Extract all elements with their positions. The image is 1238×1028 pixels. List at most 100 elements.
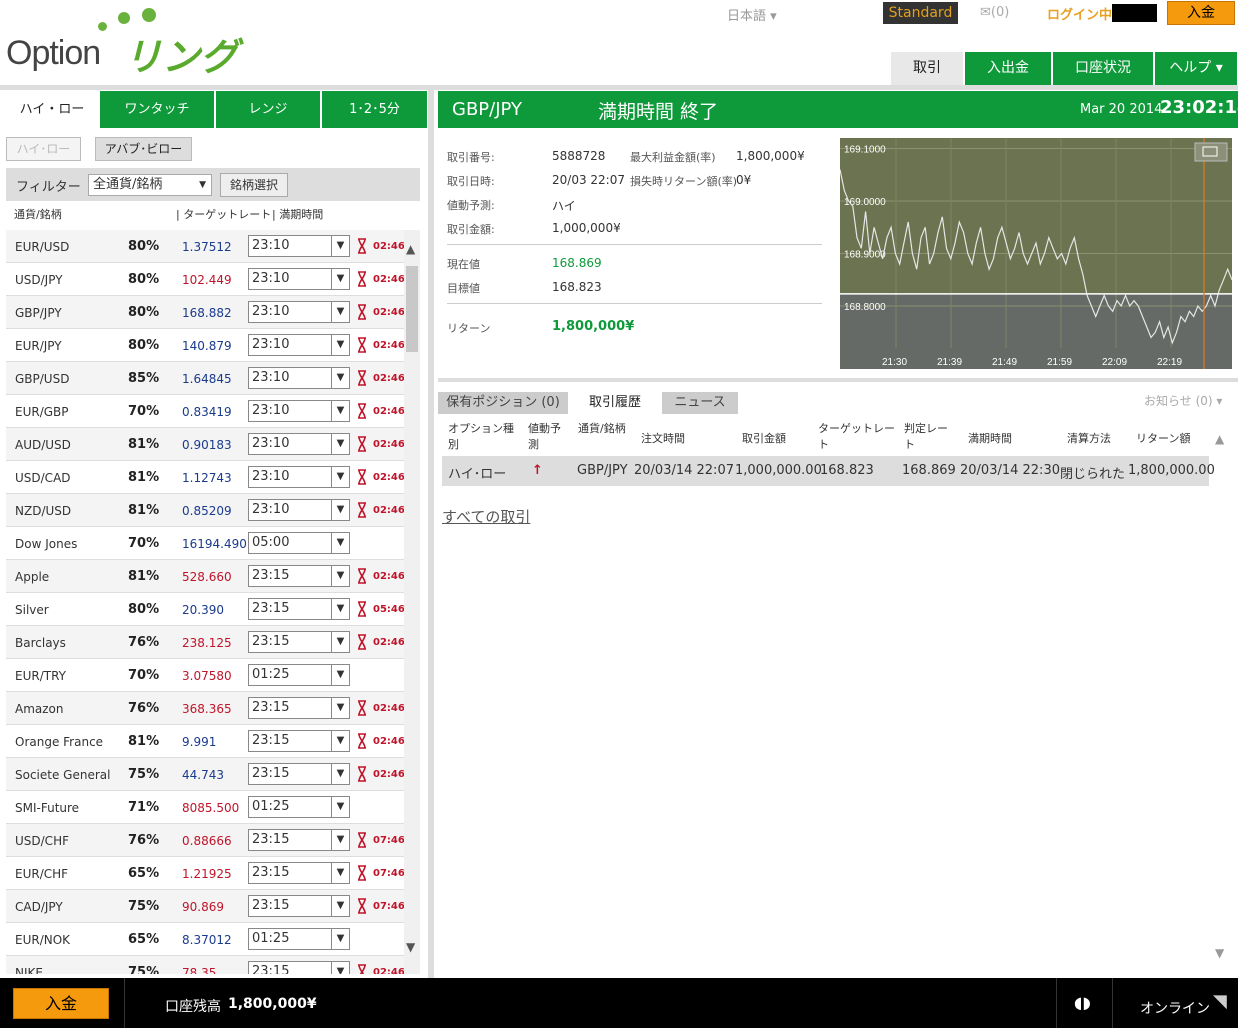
asset-row[interactable]: GBP/JPY 80% 168.882 23:10 ▼ 02:46 (6, 296, 404, 329)
footer-divider (1112, 978, 1113, 1028)
scroll-up-icon[interactable]: ▲ (1215, 432, 1224, 446)
expiry-value: 01:25 (252, 799, 290, 814)
expiry-select[interactable]: 23:15 ▼ (248, 598, 350, 620)
expiry-select[interactable]: 23:10 ▼ (248, 334, 350, 356)
asset-row[interactable]: SMI-Future 71% 8085.500 01:25 ▼ (6, 791, 404, 824)
asset-rate: 8.37012 (182, 933, 232, 947)
expiry-select[interactable]: 23:10 ▼ (248, 400, 350, 422)
chart-x-tick-label: 22:19 (1157, 357, 1182, 368)
asset-payout: 81% (128, 437, 160, 452)
th-target-rate: ターゲットレート (818, 422, 895, 451)
asset-rate: 1.21925 (182, 867, 232, 881)
language-label: 日本語 (727, 9, 767, 24)
tab-news[interactable]: ニュース (662, 392, 738, 414)
expiry-select[interactable]: 01:25 ▼ (248, 664, 350, 686)
scroll-up-icon[interactable]: ▲ (406, 242, 415, 256)
expiry-select[interactable]: 23:10 ▼ (248, 268, 350, 290)
asset-select-button[interactable]: 銘柄選択 (220, 173, 288, 197)
scroll-down-icon[interactable]: ▼ (406, 940, 415, 954)
tab-history[interactable]: 取引履歴 (574, 392, 656, 414)
asset-row[interactable]: NIKE 75% 78.35 23:15 ▼ 02:46 (6, 956, 404, 974)
asset-name: Orange France (15, 735, 104, 749)
expiry-value: 23:10 (252, 403, 290, 418)
asset-row[interactable]: EUR/JPY 80% 140.879 23:10 ▼ 02:46 (6, 329, 404, 362)
asset-row[interactable]: EUR/TRY 70% 3.07580 01:25 ▼ (6, 659, 404, 692)
asset-row[interactable]: Societe General 75% 44.743 23:15 ▼ 02:46 (6, 758, 404, 791)
asset-row[interactable]: EUR/GBP 70% 0.83419 23:10 ▼ 02:46 (6, 395, 404, 428)
asset-name: Barclays (15, 636, 66, 650)
language-select[interactable]: 日本語 ▾ (727, 5, 777, 24)
asset-row[interactable]: EUR/NOK 65% 8.37012 01:25 ▼ (6, 923, 404, 956)
asset-row[interactable]: EUR/USD 80% 1.37512 23:10 ▼ 02:46 (6, 230, 404, 263)
nav-tab-deposit-withdraw[interactable]: 入出金 (965, 52, 1052, 85)
filter-select[interactable]: 全通貨/銘柄 ▼ (88, 174, 212, 196)
col-expiry-text: 満期時間 (279, 208, 324, 221)
footer-divider (1056, 978, 1057, 1028)
asset-list-scrollbar[interactable]: ▲ ▼ (404, 230, 420, 974)
tab-short-term[interactable]: 1･2･5分 (322, 91, 428, 128)
th-expiry: 満期時間 (968, 432, 1012, 445)
expiry-select[interactable]: 23:15 ▼ (248, 829, 350, 851)
expiry-select[interactable]: 23:10 ▼ (248, 433, 350, 455)
expiry-select[interactable]: 23:15 ▼ (248, 961, 350, 974)
countdown: 02:46 (373, 340, 404, 351)
expiry-select[interactable]: 05:00 ▼ (248, 532, 350, 554)
asset-row[interactable]: NZD/USD 81% 0.85209 23:10 ▼ 02:46 (6, 494, 404, 527)
nav-tab-trade[interactable]: 取引 (891, 52, 964, 85)
asset-row[interactable]: CAD/JPY 75% 90.869 23:15 ▼ 07:46 (6, 890, 404, 923)
expiry-select[interactable]: 01:25 ▼ (248, 928, 350, 950)
history-scrollbar[interactable]: ▲ ▼ (1212, 428, 1228, 968)
expiry-select[interactable]: 23:15 ▼ (248, 565, 350, 587)
expiry-select[interactable]: 23:15 ▼ (248, 631, 350, 653)
scroll-down-icon[interactable]: ▼ (1215, 946, 1224, 960)
scroll-thumb[interactable] (406, 266, 418, 352)
asset-row[interactable]: USD/CAD 81% 1.12743 23:10 ▼ 02:46 (6, 461, 404, 494)
asset-name: AUD/USD (15, 438, 71, 452)
expiry-select[interactable]: 23:10 ▼ (248, 235, 350, 257)
expiry-select[interactable]: 23:15 ▼ (248, 862, 350, 884)
asset-row[interactable]: Dow Jones 70% 16194.490 05:00 ▼ (6, 527, 404, 560)
asset-row[interactable]: Amazon 76% 368.365 23:15 ▼ 02:46 (6, 692, 404, 725)
nav-tab-account-status[interactable]: 口座状況 (1053, 52, 1154, 85)
expiry-select[interactable]: 23:10 ▼ (248, 367, 350, 389)
asset-row[interactable]: GBP/USD 85% 1.64845 23:10 ▼ 02:46 (6, 362, 404, 395)
asset-row[interactable]: AUD/USD 81% 0.90183 23:10 ▼ 02:46 (6, 428, 404, 461)
sound-icon[interactable]: ◖◗ (1074, 993, 1091, 1012)
all-trades-link[interactable]: すべての取引 (442, 506, 530, 527)
tab-range[interactable]: レンジ (216, 91, 321, 128)
asset-row[interactable]: USD/JPY 80% 102.449 23:10 ▼ 02:46 (6, 263, 404, 296)
notice-link[interactable]: お知らせ (0) ▾ (1144, 392, 1222, 409)
chevron-down-icon: ▼ (331, 533, 349, 553)
history-row[interactable]: ハイ･ロー ↑ GBP/JPY 20/03/14 22:07 1,000,000… (442, 456, 1215, 486)
expiry-select[interactable]: 23:15 ▼ (248, 763, 350, 785)
asset-name: CAD/JPY (15, 900, 63, 914)
subtab-high-low[interactable]: ハイ･ロー (6, 137, 81, 161)
asset-row[interactable]: Orange France 81% 9.991 23:15 ▼ 02:46 (6, 725, 404, 758)
asset-row[interactable]: Barclays 76% 238.125 23:15 ▼ 02:46 (6, 626, 404, 659)
hourglass-icon (358, 436, 366, 452)
asset-row[interactable]: USD/CHF 76% 0.88666 23:15 ▼ 07:46 (6, 824, 404, 857)
subtab-above-below[interactable]: アバブ･ビロー (95, 137, 192, 161)
footer-deposit-button[interactable]: 入金 (13, 988, 109, 1019)
expiry-select[interactable]: 23:10 ▼ (248, 466, 350, 488)
expiry-select[interactable]: 23:15 ▼ (248, 730, 350, 752)
asset-row[interactable]: Silver 80% 20.390 23:15 ▼ 05:46 (6, 593, 404, 626)
tab-high-low[interactable]: ハイ・ロー (6, 91, 99, 128)
expiry-select[interactable]: 23:15 ▼ (248, 697, 350, 719)
asset-rate: 90.869 (182, 900, 224, 914)
expiry-select[interactable]: 23:10 ▼ (248, 301, 350, 323)
header-deposit-button[interactable]: 入金 (1167, 1, 1235, 25)
asset-name: Apple (15, 570, 50, 584)
nav-tab-help[interactable]: ヘルプ ▾ (1155, 52, 1238, 85)
expiry-select[interactable]: 01:25 ▼ (248, 796, 350, 818)
username-redacted (1112, 4, 1157, 22)
tab-one-touch[interactable]: ワンタッチ (100, 91, 215, 128)
col-header-expiry: | 満期時間 (272, 208, 324, 221)
asset-row[interactable]: EUR/CHF 65% 1.21925 23:15 ▼ 07:46 (6, 857, 404, 890)
expiry-select[interactable]: 23:15 ▼ (248, 895, 350, 917)
mail-button[interactable]: ✉(0) (980, 5, 1009, 20)
expiry-select[interactable]: 23:10 ▼ (248, 499, 350, 521)
tab-positions[interactable]: 保有ポジション (0) (438, 392, 568, 414)
asset-row[interactable]: Apple 81% 528.660 23:15 ▼ 02:46 (6, 560, 404, 593)
chevron-down-icon: ▼ (331, 401, 349, 421)
